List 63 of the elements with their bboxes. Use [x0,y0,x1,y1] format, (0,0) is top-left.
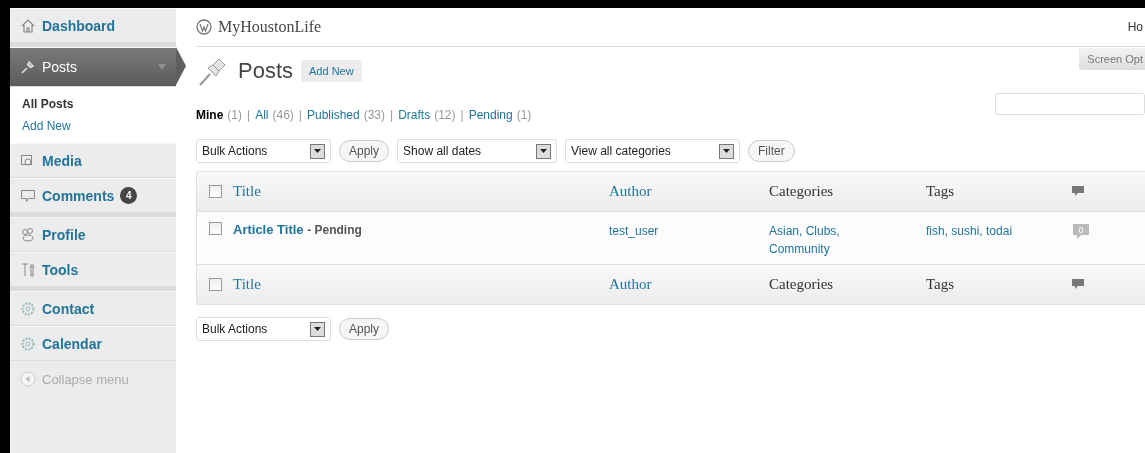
submenu-item[interactable]: All Posts [10,93,176,115]
separator: | [460,108,464,122]
filter-link[interactable]: Published [306,108,360,122]
post-title: Article Title - Pending [233,222,363,237]
column-header: Tags [926,183,956,200]
header-link[interactable]: Ho [1127,20,1145,34]
checkbox[interactable] [208,222,222,235]
filter-button[interactable]: Filter [748,140,795,162]
column-header[interactable]: Title [233,276,609,293]
separator: | [247,108,251,122]
post-count: (1) [516,108,532,122]
separator: | [390,108,394,122]
filter-link[interactable]: All [255,108,269,122]
post-count: (1) [227,108,242,122]
tags-cell-text: fish, sushi, todai [926,223,1014,240]
post-count: (12) [434,108,456,122]
submenu-item[interactable]: Add New [10,115,176,137]
column-header: Categories [769,276,835,293]
add-new-button[interactable]: Add New [301,60,362,82]
post-count: (46) [272,108,294,122]
house-icon [20,17,36,34]
apply-button[interactable]: Apply [339,318,390,340]
sidebar-item[interactable]: Posts [10,47,176,87]
page-title: Posts [238,58,294,84]
apply-button[interactable]: Apply [339,140,390,162]
column-header[interactable]: Author [609,276,769,293]
gear-icon [20,300,36,317]
post-count: (33) [363,108,385,122]
filter-link[interactable]: Pending [468,108,513,122]
dropdown-select[interactable]: Bulk Actions [196,139,331,163]
sidebar-item[interactable]: Comments 4 [10,178,176,213]
sidebar-item[interactable]: Media [10,143,176,178]
filter-link[interactable]: Drafts [398,108,431,122]
sidebar-item[interactable]: Calendar [10,326,176,361]
checkbox[interactable] [208,278,222,291]
sidebar-item[interactable]: Profile [10,217,176,252]
speech-bubble-icon [20,187,36,204]
dropdown-select[interactable]: View all categories [565,139,741,163]
filter-link[interactable]: Mine [196,108,224,122]
pushpin-icon [20,59,36,75]
author-link[interactable]: test_user [609,222,769,240]
people-icon [20,226,36,243]
column-header: Tags [926,276,956,293]
search-field[interactable] [995,93,1145,115]
dropdown-select[interactable]: Bulk Actions [196,317,331,341]
comment-bubble-icon [1071,185,1085,198]
dropdown-select[interactable]: Show all dates [397,139,558,163]
column-header[interactable]: Title [233,183,609,200]
column-header: Categories [769,183,835,200]
checkbox[interactable] [208,185,222,198]
sidebar-item[interactable]: Contact [10,291,176,326]
column-header[interactable]: Author [609,183,769,200]
sidebar-item[interactable]: Tools [10,252,176,287]
gear-icon [20,335,36,352]
tools-icon [20,261,36,278]
screen-options-tab[interactable]: Screen Opt [1079,48,1145,70]
wordpress-logo-icon [196,19,212,35]
comment-bubble-icon [1071,278,1085,291]
separator: | [298,108,302,122]
count-badge: 4 [120,187,138,204]
categories-cell-text: Asian, Clubs, Community [769,223,841,258]
site-title[interactable]: MyHoustonLife [218,18,322,36]
sidebar-item[interactable]: Dashboard [10,8,176,43]
